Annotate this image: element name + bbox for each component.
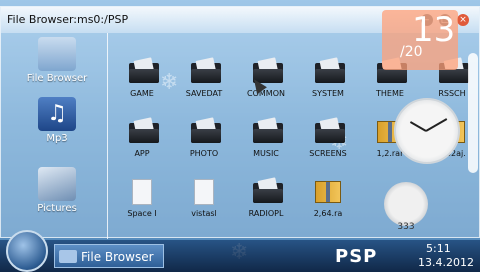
file-item[interactable]: 2,64.ra [297,179,359,239]
folder-icon [315,117,345,143]
sidebar-item-label: Pictures [37,203,77,214]
calendar-widget: 13 /20 [382,10,458,70]
file-label: SCREENS [309,149,347,158]
clock-time[interactable]: 5:11 [426,242,451,255]
sidebar: File Browser ♫ Mp3 Pictures [7,33,108,239]
sidebar-item-label: Mp3 [46,133,68,144]
archive-icon [315,181,341,203]
sidebar-item-file-browser[interactable]: File Browser [7,37,107,84]
folder-icon [59,250,77,263]
clock-date[interactable]: 13.4.2012 [418,256,474,269]
document-icon [132,179,152,205]
file-label: THEME [376,89,404,98]
file-label: GAME [130,89,154,98]
gauge-widget: 333 [384,182,428,232]
file-label: PHOTO [189,149,219,158]
taskbar-file-browser-button[interactable]: File Browser [54,244,164,268]
file-label: MUSIC [253,149,279,158]
analog-clock-widget [394,98,460,164]
picture-icon [38,167,76,201]
folder-item[interactable]: RADIOPL [235,177,297,239]
file-label: COMMON [247,89,285,98]
file-label: SAVEDAT [185,89,223,98]
folder-item[interactable]: PHOTO [173,117,235,179]
folder-icon [191,117,221,143]
folder-item[interactable]: GAME [111,57,173,119]
sidebar-item-pictures[interactable]: Pictures [7,167,107,214]
scrollbar[interactable] [468,53,478,173]
folder-icon [38,37,76,71]
folder-icon [191,57,221,83]
gauge-value: 333 [397,222,415,232]
window-title: File Browser:ms0:/PSP [7,13,129,26]
folder-icon [129,57,159,83]
close-button[interactable]: × [457,14,469,26]
folder-item[interactable]: MUSIC [235,117,297,179]
calendar-month: /20 [400,44,423,60]
sidebar-item-mp3[interactable]: ♫ Mp3 [7,97,107,144]
folder-icon [253,177,283,203]
folder-icon [253,117,283,143]
file-label: vistasl [191,209,217,218]
file-label: SYSTEM [312,89,344,98]
file-label: RADIOPL [248,209,284,218]
file-label: Space I [127,209,157,218]
file-item[interactable]: vistasl [173,179,235,239]
folder-icon [315,57,345,83]
file-label: 2,64.ra [313,209,343,218]
folder-item[interactable]: COMMON [235,57,297,119]
folder-item[interactable]: SAVEDAT [173,57,235,119]
document-icon [194,179,214,205]
psp-logo: PSP [335,246,378,267]
sidebar-item-label: File Browser [26,73,88,84]
clock-minute-hand [425,118,448,132]
taskbar-item-label: File Browser [81,250,154,264]
folder-icon [129,117,159,143]
taskbar: File Browser PSP 5:11 13.4.2012 [0,230,480,272]
music-note-icon: ♫ [38,97,76,131]
folder-item[interactable]: SYSTEM [297,57,359,119]
folder-item[interactable]: SCREENS [297,117,359,179]
clock-hour-hand [409,121,427,132]
file-label: APP [134,149,150,158]
folder-item[interactable]: APP [111,117,173,179]
file-item[interactable]: Space I [111,179,173,239]
start-button[interactable] [6,230,48,272]
